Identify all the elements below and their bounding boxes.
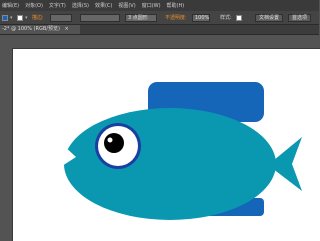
fish-illustration[interactable]: [0, 35, 319, 240]
opacity-label[interactable]: 不透明度:: [165, 14, 187, 22]
document-tab[interactable]: -2* @ 100% (RGB/预览) ×: [0, 25, 80, 34]
menu-view[interactable]: 视图(V): [118, 2, 135, 9]
menu-bar: 编辑(E) 对象(O) 文字(T) 选择(S) 效果(C) 视图(V) 窗口(W…: [0, 0, 319, 11]
document-tab-bar: -2* @ 100% (RGB/预览) ×: [0, 25, 319, 35]
fill-swatch[interactable]: [2, 15, 8, 21]
eye-pupil[interactable]: [104, 133, 124, 153]
eye-highlight: [107, 137, 113, 143]
fill-dropdown-icon[interactable]: ▾: [10, 14, 13, 22]
brush-field[interactable]: 3 点圆形: [125, 14, 157, 22]
stroke-dropdown-icon[interactable]: ▾: [25, 14, 28, 22]
fish-body[interactable]: [64, 108, 276, 220]
canvas-area[interactable]: [0, 35, 320, 241]
stroke-label[interactable]: 描边:: [32, 14, 44, 22]
menu-help[interactable]: 帮助(H): [167, 2, 185, 9]
menu-object[interactable]: 对象(O): [25, 2, 43, 9]
preferences-button[interactable]: 首选项: [288, 14, 312, 22]
opacity-field[interactable]: 100%: [192, 14, 210, 22]
menu-window[interactable]: 窗口(W): [142, 2, 161, 9]
menu-edit[interactable]: 编辑(E): [2, 2, 19, 9]
stroke-swatch[interactable]: [17, 15, 23, 21]
menu-type[interactable]: 文字(T): [49, 2, 66, 9]
control-bar: ▾ ▾ 描边: 3 点圆形 不透明度: 100% 样式: 文档设置 首选项: [0, 11, 319, 25]
variable-width-field[interactable]: [80, 14, 120, 22]
document-setup-button[interactable]: 文档设置: [255, 14, 284, 22]
menu-select[interactable]: 选择(S): [72, 2, 89, 9]
close-icon[interactable]: ×: [65, 26, 69, 32]
style-swatch[interactable]: [236, 15, 242, 21]
style-label: 样式:: [220, 15, 232, 21]
stroke-weight-field[interactable]: [50, 14, 72, 22]
document-tab-label: -2* @ 100% (RGB/预览): [2, 26, 60, 32]
menu-effect[interactable]: 效果(C): [95, 2, 112, 9]
